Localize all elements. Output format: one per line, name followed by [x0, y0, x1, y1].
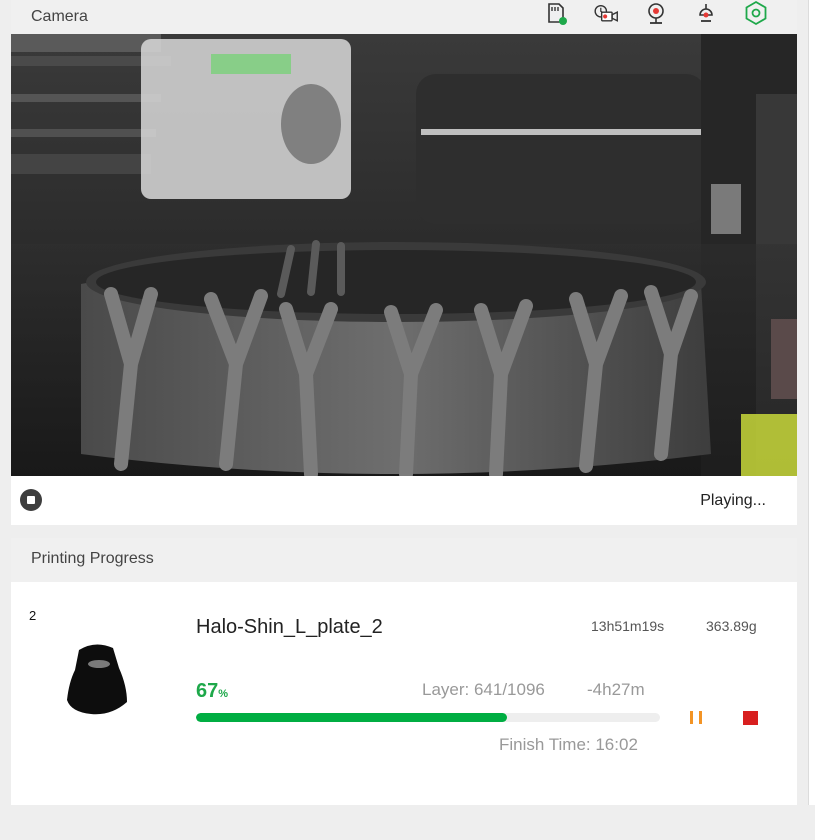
timelapse-video-icon[interactable]	[593, 0, 619, 26]
stream-status: Playing...	[700, 492, 766, 509]
finish-time: Finish Time: 16:02	[499, 735, 638, 754]
print-thumbnail	[67, 644, 127, 715]
progress-bar-fill	[196, 713, 507, 722]
pause-button[interactable]	[686, 709, 706, 726]
camera-header: Camera	[11, 0, 797, 34]
right-edge-panel	[808, 0, 815, 805]
progress-bar	[196, 713, 660, 722]
progress-percent-unit: %	[218, 688, 229, 700]
player-bar: Playing...	[11, 476, 797, 525]
progress-percent: 67%	[196, 680, 228, 703]
stop-print-button[interactable]	[743, 711, 758, 725]
print-duration: 13h51m19s	[591, 618, 665, 634]
settings-hex-icon[interactable]	[743, 0, 769, 26]
layer-count: Layer: 641/1096	[422, 680, 545, 699]
printing-progress-header: Printing Progress	[11, 538, 797, 582]
camera-live-view	[11, 34, 797, 476]
printing-progress-title: Printing Progress	[31, 550, 154, 567]
plate-number: 2	[29, 608, 37, 623]
filament-weight: 363.89g	[706, 618, 757, 634]
sd-card-icon[interactable]	[543, 0, 569, 26]
webcam-icon[interactable]	[643, 0, 669, 26]
remaining-time: -4h27m	[587, 680, 645, 699]
job-name: Halo-Shin_L_plate_2	[196, 616, 383, 638]
camera-title: Camera	[31, 8, 88, 25]
progress-percent-value: 67	[196, 680, 219, 702]
lamp-icon[interactable]	[693, 0, 719, 26]
camera-toolbar	[543, 0, 769, 26]
stop-stream-button[interactable]	[20, 489, 42, 511]
printing-progress-panel: 2 Halo-Shin_L_plate_2 13h51m19s 363.89g …	[11, 582, 797, 805]
